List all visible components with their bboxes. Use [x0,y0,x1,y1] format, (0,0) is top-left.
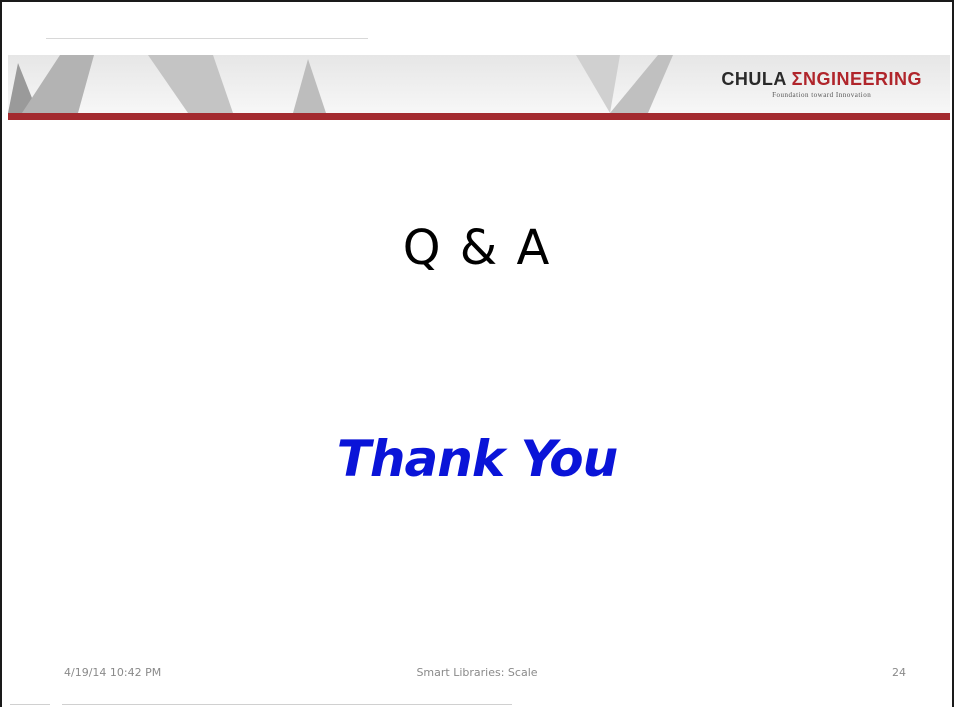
top-rule [46,38,368,39]
bottom-rule [62,704,512,705]
brand-chula: CHULA [721,69,787,89]
footer-title: Smart Libraries: Scale [416,666,538,679]
slide: CHULA ΣNGINEERING Foundation toward Inno… [0,0,954,707]
bottom-rule-left [10,704,50,705]
brand-engineering: ΣNGINEERING [791,69,922,89]
brand-tagline: Foundation toward Innovation [772,91,872,99]
header-banner: CHULA ΣNGINEERING Foundation toward Inno… [8,55,950,113]
slide-title: Q & A [402,220,552,276]
chula-engineering-logo: CHULA ΣNGINEERING Foundation toward Inno… [721,69,922,99]
thank-you-text: Thank You [336,430,618,488]
slide-number: 24 [892,666,906,679]
red-divider [8,113,950,120]
